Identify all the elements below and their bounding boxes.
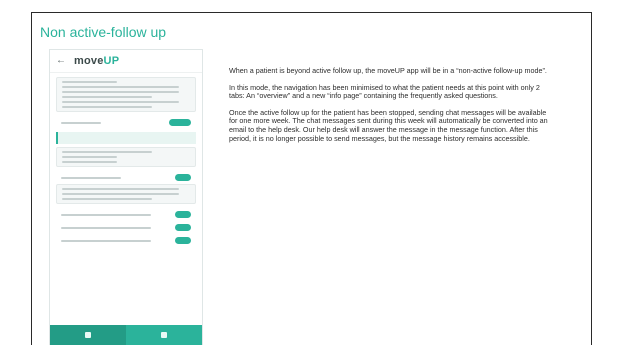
description-paragraph: Once the active follow up for the patien… [229,107,548,143]
phone-toggle[interactable] [175,224,191,231]
slide: Non active-follow up ← moveUP When a pat… [31,12,592,345]
phone-row-setting-1[interactable] [56,208,196,221]
blur-line [62,86,180,88]
blur-line [62,106,152,108]
phone-header: ← moveUP [50,50,202,73]
blur-line [61,121,101,124]
blur-line [62,101,180,103]
blur-line [61,239,151,242]
description-paragraph: When a patient is beyond active follow u… [229,66,547,75]
phone-toggle[interactable] [175,211,191,218]
blur-line [61,213,151,216]
overview-icon [85,332,91,338]
arrow-left-icon[interactable]: ← [56,56,66,66]
phone-row-setting-3[interactable] [56,234,196,247]
phone-body [50,73,202,251]
tab-info[interactable] [126,325,202,345]
tab-overview[interactable] [50,325,126,345]
phone-card-intro [56,77,196,112]
blur-line [62,161,118,163]
phone-row-notifications[interactable] [56,171,196,184]
blur-line [62,156,118,158]
phone-row-messages[interactable] [56,116,196,129]
phone-toggle[interactable] [175,174,191,181]
moveup-logo: moveUP [74,55,120,67]
stage: Non active-follow up ← moveUP When a pat… [0,0,620,345]
description: When a patient is beyond active follow u… [229,66,554,151]
description-paragraph: In this mode, the navigation has been mi… [229,82,540,101]
phone-toggle[interactable] [175,237,191,244]
phone-card-note [56,184,196,204]
blur-line [61,226,151,229]
slide-title: Non active-follow up [40,24,167,40]
blur-line [62,81,118,83]
phone-action-pill[interactable] [169,119,191,126]
blur-line [62,198,152,200]
blur-line [62,193,180,195]
phone-row-setting-2[interactable] [56,221,196,234]
phone-mockup: ← moveUP [49,49,203,345]
blur-line [61,176,121,179]
phone-tabbar [50,325,202,345]
blur-line [62,96,152,98]
blur-line [62,188,180,190]
blur-line [62,91,180,93]
blur-line [62,151,152,153]
phone-section-head [56,132,196,144]
phone-card-detail [56,147,196,167]
info-icon [161,332,167,338]
